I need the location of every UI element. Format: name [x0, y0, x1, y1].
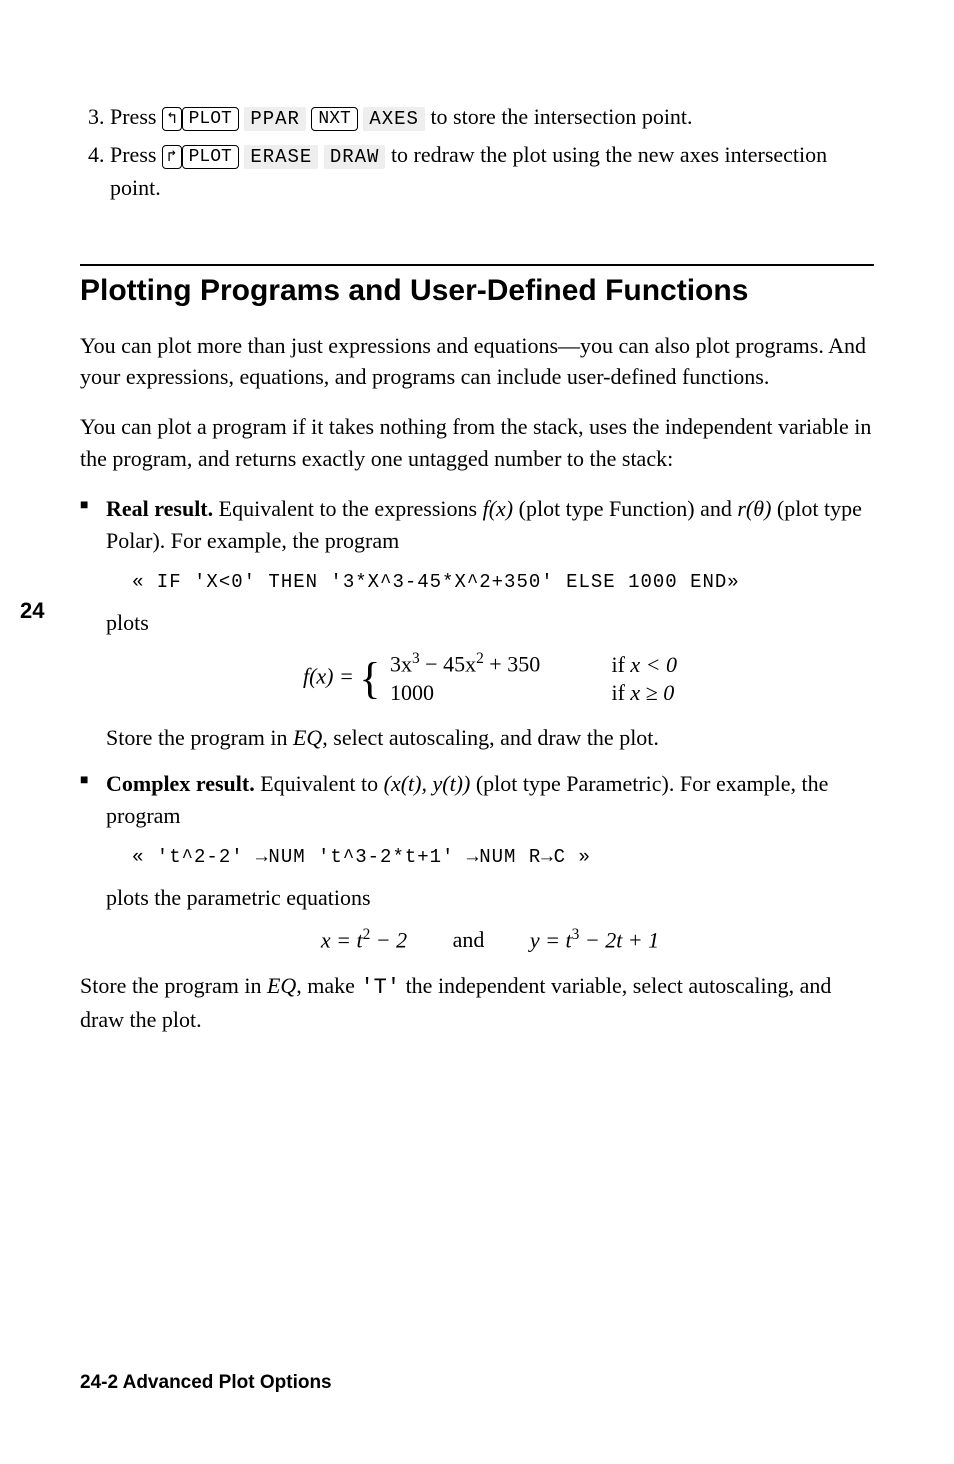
code-block: « IF 'X<0' THEN '3*X^3-45*X^2+350' ELSE … [132, 569, 874, 596]
draw-softkey: DRAW [324, 145, 386, 169]
left-brace-icon: { [359, 659, 380, 699]
equation-parametric: x = t2 − 2 and y = t3 − 2t + 1 [106, 924, 874, 956]
bullet-lead: Real result. [106, 496, 213, 521]
math-inline: f(x) [483, 496, 514, 521]
nxt-key: NXT [311, 107, 357, 131]
step-3: Press ↰PLOT PPAR NXT AXES to store the i… [110, 100, 874, 134]
plots-label: plots the parametric equations [106, 882, 874, 914]
math-inline: r(θ) [737, 496, 771, 521]
eq-lhs: f(x) = [303, 664, 359, 689]
page-footer: 24-2 Advanced Plot Options [80, 1372, 332, 1394]
axes-softkey: AXES [363, 107, 425, 131]
paragraph: You can plot a program if it takes nothi… [80, 411, 874, 475]
paragraph: You can plot more than just expressions … [80, 330, 874, 394]
final-paragraph: Store the program in EQ, make 'T' the in… [80, 970, 874, 1036]
store-instruction: Store the program in EQ, select autoscal… [106, 722, 874, 754]
plot-key: PLOT [182, 145, 239, 169]
bullet-lead: Complex result. [106, 771, 255, 796]
page-content: 24 Press ↰PLOT PPAR NXT AXES to store th… [0, 0, 954, 1114]
chapter-tab: 24 [20, 598, 44, 624]
step-4: Press ↱PLOT ERASE DRAW to redraw the plo… [110, 138, 874, 205]
step-list: Press ↰PLOT PPAR NXT AXES to store the i… [80, 100, 874, 204]
bullet-list: Real result. Equivalent to the expressio… [80, 493, 874, 956]
plots-label: plots [106, 607, 874, 639]
section-heading: Plotting Programs and User-Defined Funct… [80, 272, 874, 310]
ppar-softkey: PPAR [244, 107, 306, 131]
right-shift-key: ↱ [162, 145, 182, 169]
math-inline: (x(t), y(t)) [384, 771, 471, 796]
bullet-text: Equivalent to [255, 771, 384, 796]
bullet-complex-result: Complex result. Equivalent to (x(t), y(t… [80, 768, 874, 956]
erase-softkey: ERASE [244, 145, 318, 169]
step-text: Press [110, 104, 162, 129]
left-shift-key: ↰ [162, 107, 182, 131]
equation-piecewise: f(x) = { 3x3 − 45x2 + 350 if x < 0 1000 … [106, 649, 874, 708]
plot-key: PLOT [182, 107, 239, 131]
bullet-text: (plot type Function) and [513, 496, 737, 521]
step-text: to store the intersection point. [430, 104, 692, 129]
bullet-text: Equivalent to the expressions [213, 496, 482, 521]
bullet-real-result: Real result. Equivalent to the expressio… [80, 493, 874, 754]
section-rule [80, 264, 874, 266]
step-text: Press [110, 142, 162, 167]
code-block: « 't^2-2' →NUM 't^3-2*t+1' →NUM R→C » [132, 844, 874, 871]
